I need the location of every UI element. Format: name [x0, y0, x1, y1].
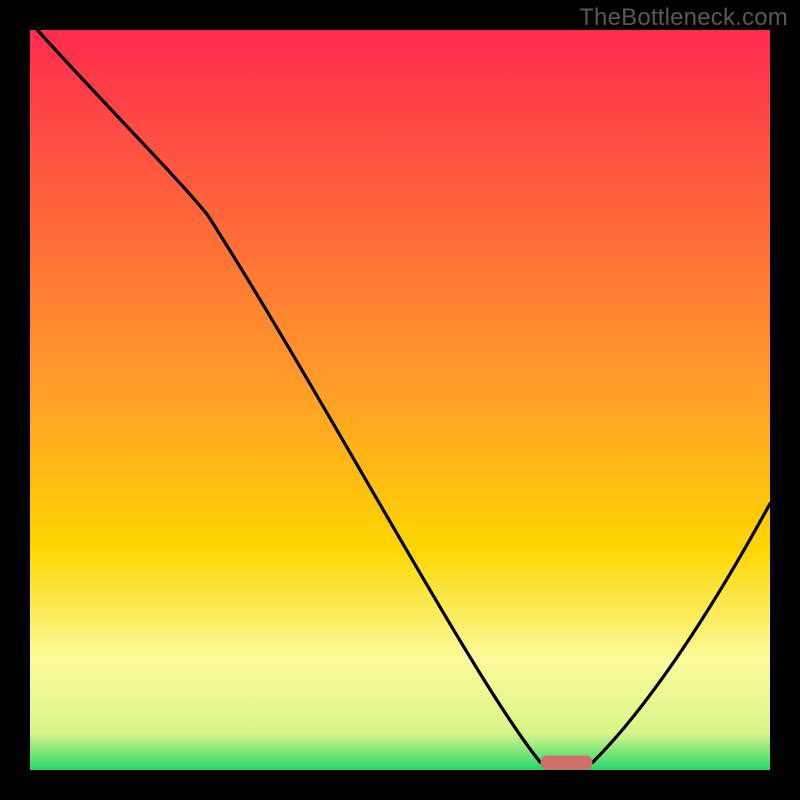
optimal-marker	[541, 756, 593, 770]
chart-canvas: TheBottleneck.com	[0, 0, 800, 800]
bottleneck-chart	[0, 0, 800, 800]
watermark-text: TheBottleneck.com	[579, 4, 788, 32]
